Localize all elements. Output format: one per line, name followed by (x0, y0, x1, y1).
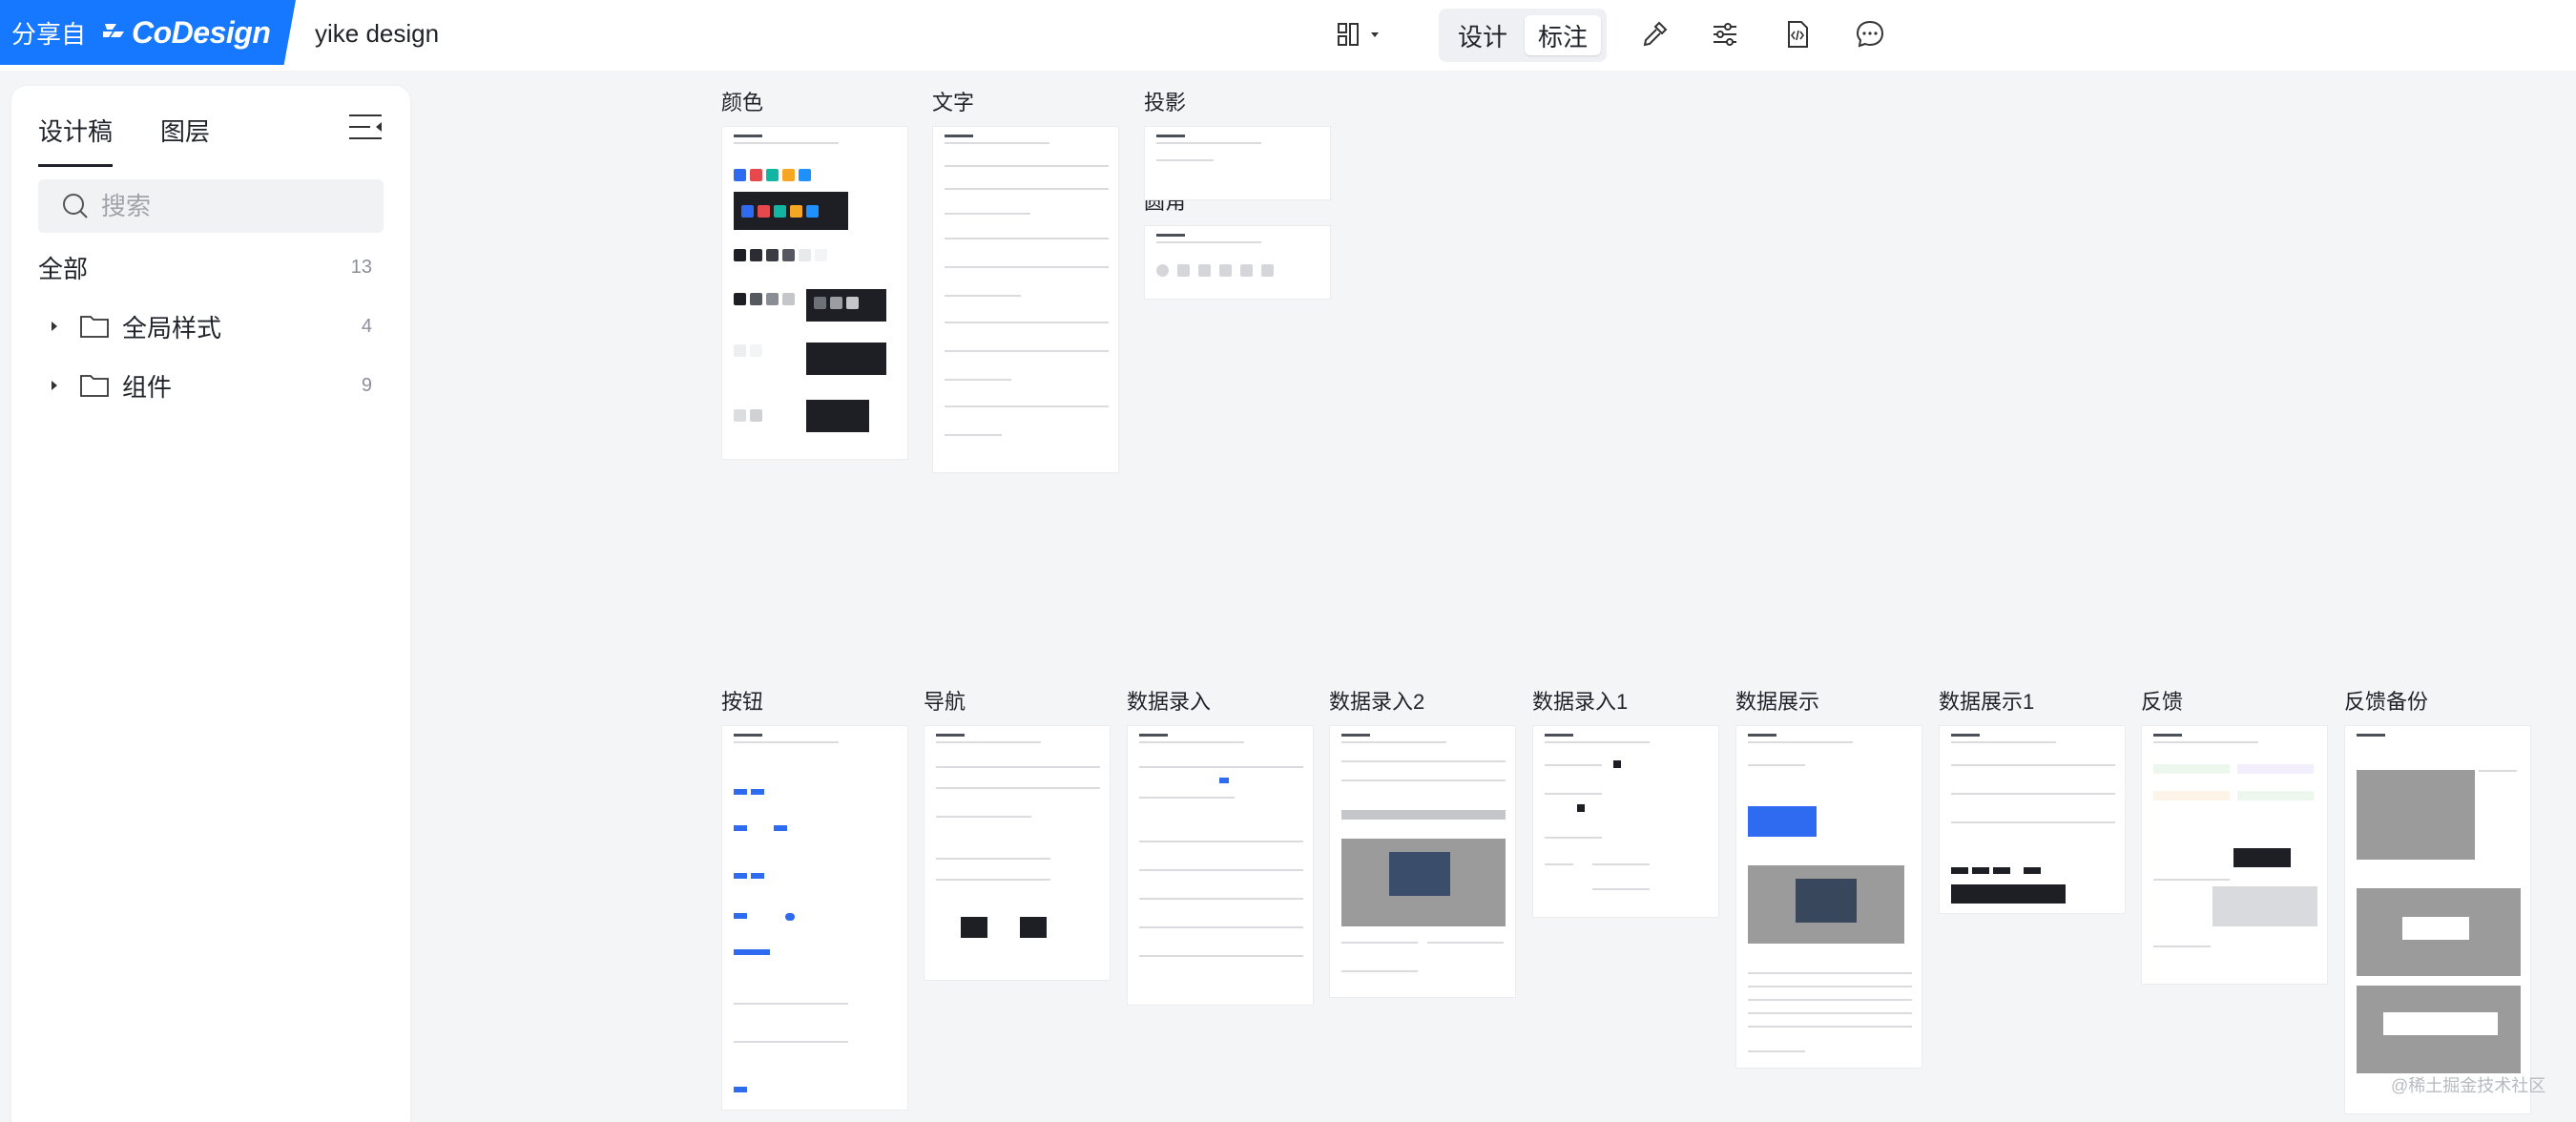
frame-title[interactable]: 导航 (924, 685, 966, 716)
artboard-data-entry-1[interactable] (1532, 725, 1719, 918)
grid-layout-icon[interactable] (1326, 13, 1393, 55)
code-file-icon[interactable] (1776, 13, 1818, 55)
folder-row-global-styles[interactable]: 全局样式 4 (11, 301, 410, 351)
frame-title[interactable]: 按钮 (721, 685, 763, 716)
all-drafts-count: 13 (350, 256, 372, 278)
artboard-feedback[interactable] (2141, 725, 2328, 985)
top-bar: 分享自 CoDesign yike design 设计 标注 (0, 0, 2576, 71)
mode-annotate-button[interactable]: 标注 (1525, 15, 1601, 55)
folder-icon (80, 316, 109, 338)
artboard-data-display[interactable] (1735, 725, 1922, 1069)
search-icon (63, 194, 88, 218)
brand-name: CoDesign (132, 14, 271, 50)
search-box[interactable] (38, 179, 384, 233)
artboard-feedback-backup[interactable] (2344, 725, 2531, 1114)
artboard-typography[interactable] (932, 126, 1119, 473)
artboard-shadow[interactable] (1144, 126, 1331, 200)
search-input[interactable] (101, 191, 349, 221)
mode-design-button[interactable]: 设计 (1444, 15, 1521, 55)
project-name[interactable]: yike design (315, 19, 439, 49)
artboard-radius[interactable] (1144, 225, 1331, 300)
frame-title[interactable]: 颜色 (721, 86, 763, 116)
all-drafts-label: 全部 (38, 254, 89, 283)
frame-title[interactable]: 数据录入1 (1532, 685, 1628, 716)
frame-title[interactable]: 数据展示1 (1939, 685, 2034, 716)
frame-title[interactable]: 数据展示 (1735, 685, 1819, 716)
share-from-label: 分享自 (11, 19, 87, 49)
watermark: @稀土掘金技术社区 (2391, 1076, 2546, 1095)
artboard-buttons[interactable] (721, 725, 908, 1111)
folder-label: 全局样式 (122, 313, 222, 343)
codesign-logo-icon (99, 18, 128, 47)
caret-right-icon[interactable] (48, 379, 61, 392)
folder-count: 4 (361, 315, 372, 337)
frame-title[interactable]: 反馈 (2141, 685, 2183, 716)
collapse-sidebar-icon[interactable] (347, 109, 384, 145)
sliders-icon[interactable] (1704, 13, 1746, 55)
tab-design-drafts[interactable]: 设计稿 (38, 113, 114, 167)
folder-row-components[interactable]: 组件 9 (11, 361, 410, 410)
frame-title[interactable]: 文字 (932, 86, 974, 116)
frame-title[interactable]: 投影 (1144, 86, 1186, 116)
artboard-data-entry[interactable] (1127, 725, 1314, 1006)
frame-title[interactable]: 数据录入 (1127, 685, 1211, 716)
folder-label: 组件 (122, 372, 173, 402)
all-drafts-row[interactable]: 全部 13 (11, 242, 410, 292)
design-canvas[interactable]: 颜色 文字 投影 圆角 按钮 导航 数据录入 数据录入2 数据录入1 数据展示 … (420, 71, 2576, 1122)
artboard-data-display-1[interactable] (1939, 725, 2126, 914)
caret-right-icon[interactable] (48, 320, 61, 333)
comment-icon[interactable] (1849, 13, 1891, 55)
folder-icon (80, 375, 109, 397)
artboard-colors[interactable] (721, 126, 908, 460)
folder-count: 9 (361, 374, 372, 396)
tab-layers[interactable]: 图层 (160, 113, 210, 148)
eyedropper-icon[interactable] (1633, 13, 1675, 55)
brand-banner[interactable]: 分享自 CoDesign (0, 0, 296, 65)
sidebar: 设计稿 图层 全部 13 全局样式 4 组件 9 (11, 86, 410, 1122)
mode-switch: 设计 标注 (1439, 9, 1607, 62)
frame-title[interactable]: 数据录入2 (1329, 685, 1424, 716)
frame-title[interactable]: 反馈备份 (2344, 685, 2428, 716)
artboard-navigation[interactable] (924, 725, 1111, 981)
artboard-data-entry-2[interactable] (1329, 725, 1516, 998)
